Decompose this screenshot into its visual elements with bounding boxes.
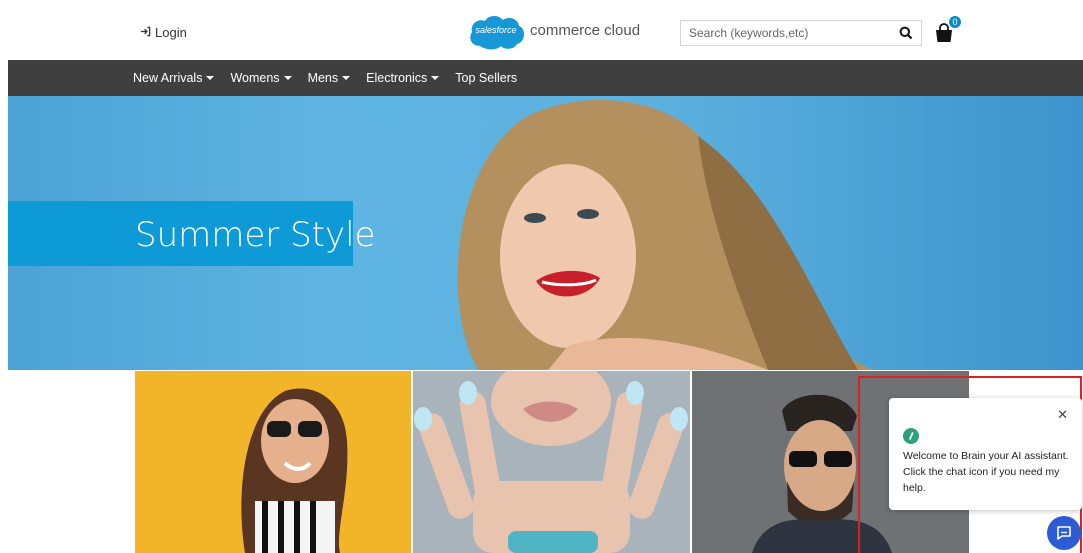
nav-item-electronics[interactable]: Electronics	[366, 71, 440, 85]
caret-down-icon	[342, 76, 351, 80]
salesforce-logo[interactable]: salesforce commerce cloud	[466, 12, 640, 52]
category-tile-accessories[interactable]	[413, 371, 690, 553]
caret-down-icon	[431, 76, 440, 80]
nav-label: New Arrivals	[133, 71, 203, 85]
logo-cloud-text: salesforce	[475, 25, 517, 35]
login-link[interactable]: Login	[140, 25, 187, 40]
chat-welcome-message: Welcome to Brain your AI assistant. Clic…	[903, 450, 1069, 494]
search-box	[680, 20, 922, 46]
login-label: Login	[155, 25, 187, 40]
close-icon[interactable]: ✕	[1057, 407, 1068, 423]
search-input[interactable]	[681, 21, 889, 45]
hero-banner[interactable]: Summer Style	[8, 96, 1083, 370]
caret-down-icon	[206, 76, 215, 80]
nav-item-mens[interactable]: Mens	[308, 71, 351, 85]
assistant-avatar-icon	[903, 428, 919, 444]
nav-label: Womens	[230, 71, 280, 85]
category-tile-womens[interactable]	[135, 371, 411, 553]
main-navigation: New Arrivals Womens Mens Electronics Top…	[8, 60, 1083, 96]
logo-text: commerce cloud	[530, 21, 641, 39]
nav-label: Electronics	[366, 71, 428, 85]
woman-sunglasses-image	[241, 388, 348, 553]
nav-item-top-sellers[interactable]: Top Sellers	[455, 71, 517, 85]
cart-count-badge: 0	[949, 16, 961, 28]
chat-launcher-button[interactable]	[1047, 516, 1081, 550]
nav-item-new-arrivals[interactable]: New Arrivals	[133, 71, 215, 85]
hero-title: Summer Style	[135, 215, 376, 255]
chat-welcome-popup: ✕ Welcome to Brain your AI assistant. Cl…	[889, 398, 1082, 510]
search-icon[interactable]	[899, 26, 913, 40]
nails-image	[414, 371, 688, 553]
nav-label: Top Sellers	[455, 71, 518, 85]
hero-title-banner: Summer Style	[8, 201, 375, 266]
caret-down-icon	[283, 76, 292, 80]
nav-label: Mens	[307, 71, 339, 85]
cart-button[interactable]: 0	[933, 16, 961, 46]
sign-in-icon	[140, 25, 151, 40]
site-header: Login salesforce commerce cloud 0	[0, 0, 1083, 60]
nav-item-womens[interactable]: Womens	[230, 71, 292, 85]
cloud-icon: salesforce	[466, 12, 526, 52]
